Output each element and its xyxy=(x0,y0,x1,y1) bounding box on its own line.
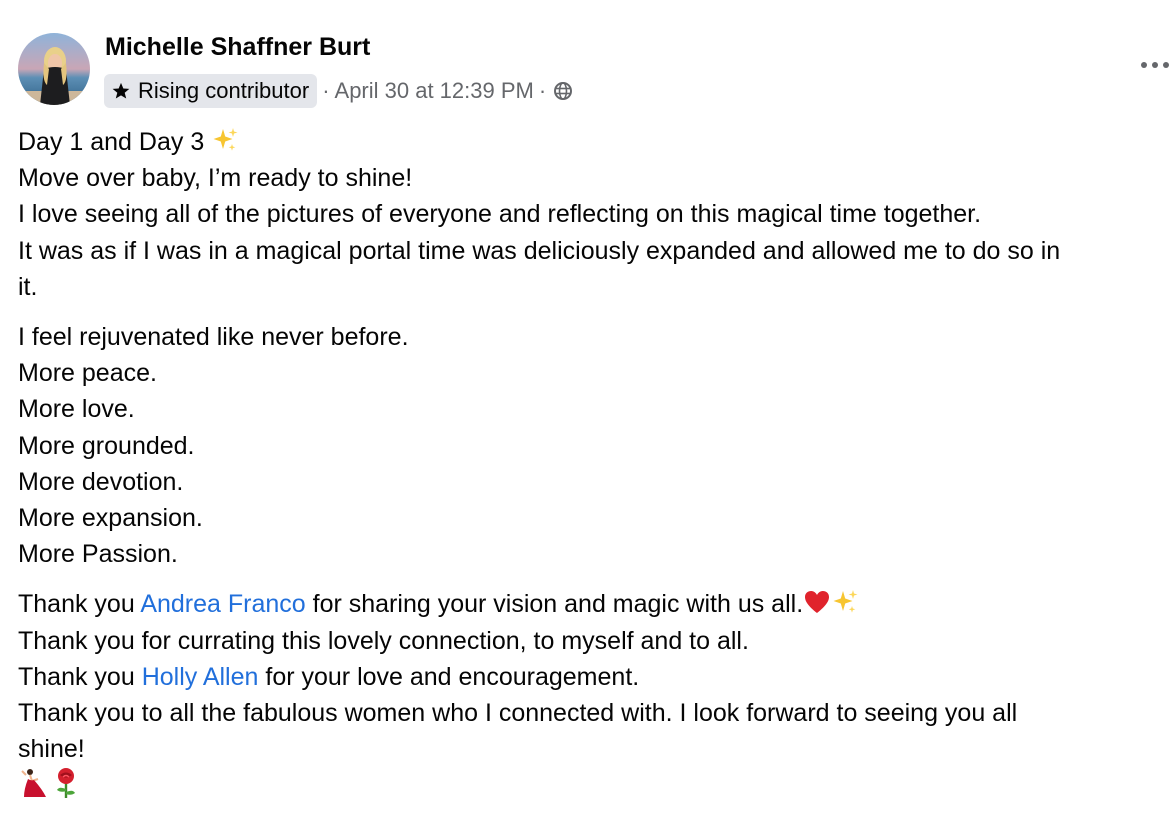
text-line: More grounded. xyxy=(18,431,195,460)
text-line: More Passion. xyxy=(18,540,178,569)
text-span: Thank you xyxy=(18,590,141,619)
more-options-icon[interactable] xyxy=(1138,52,1172,78)
sparkles-icon xyxy=(833,590,858,614)
text-line: I feel rejuvenated like never before. xyxy=(18,323,409,352)
text-line: Thank you Andrea Franco for sharing your… xyxy=(18,586,1173,622)
author-name[interactable]: Michelle Shaffner Burt xyxy=(105,33,370,62)
badge-label: Rising contributor xyxy=(138,78,310,103)
text-span: Thank you xyxy=(18,662,142,691)
text-line: Thank you Holly Allen for your love and … xyxy=(18,659,1173,695)
mention-link[interactable]: Holly Allen xyxy=(142,663,259,691)
text-line: shine! xyxy=(18,735,85,764)
meta-separator: · xyxy=(538,78,547,103)
text-line: Thank you to all the fabulous women who … xyxy=(18,699,1018,728)
post-meta: Rising contributor · April 30 at 12:39 P… xyxy=(104,73,573,109)
meta-separator: · xyxy=(322,78,330,103)
post-paragraph: Day 1 and Day 3 Move over baby, I’m read… xyxy=(18,124,1173,305)
text-line: Thank you for currating this lovely conn… xyxy=(18,626,749,655)
text-line: it. xyxy=(18,272,38,301)
rose-icon xyxy=(57,768,75,799)
author-avatar[interactable] xyxy=(18,33,90,105)
post-card: Michelle Shaffner Burt Rising contributo… xyxy=(0,0,1175,836)
post-paragraph: I feel rejuvenated like never before. Mo… xyxy=(18,319,1173,572)
text-line: I love seeing all of the pictures of eve… xyxy=(18,200,982,229)
mention-link[interactable]: Andrea Franco xyxy=(140,590,305,618)
text-span: for your love and encouragement. xyxy=(258,662,640,691)
post-timestamp[interactable]: April 30 at 12:39 PM xyxy=(335,78,534,104)
rising-contributor-badge[interactable]: Rising contributor xyxy=(104,74,318,108)
text-line: More peace. xyxy=(18,359,157,388)
text-span: Day 1 and Day 3 xyxy=(18,128,212,156)
text-line: Day 1 and Day 3 xyxy=(18,124,1173,160)
post-body: Day 1 and Day 3 Move over baby, I’m read… xyxy=(18,124,1173,804)
post-paragraph: Thank you Andrea Franco for sharing your… xyxy=(18,586,1173,803)
text-line: More love. xyxy=(18,395,135,424)
text-span: for sharing your vision and magic with u… xyxy=(305,590,804,619)
sparkles-icon xyxy=(213,128,238,151)
emoji-line xyxy=(18,767,1173,803)
text-line: More devotion. xyxy=(18,467,184,496)
text-line: More expansion. xyxy=(18,504,203,533)
red-heart-icon xyxy=(805,591,830,614)
text-line: Move over baby, I’m ready to shine! xyxy=(18,164,413,193)
text-line: It was as if I was in a magical portal t… xyxy=(18,236,1061,265)
star-icon xyxy=(112,82,130,99)
avatar-photo xyxy=(18,33,90,105)
globe-icon[interactable] xyxy=(553,81,573,101)
dancer-icon xyxy=(21,769,46,798)
